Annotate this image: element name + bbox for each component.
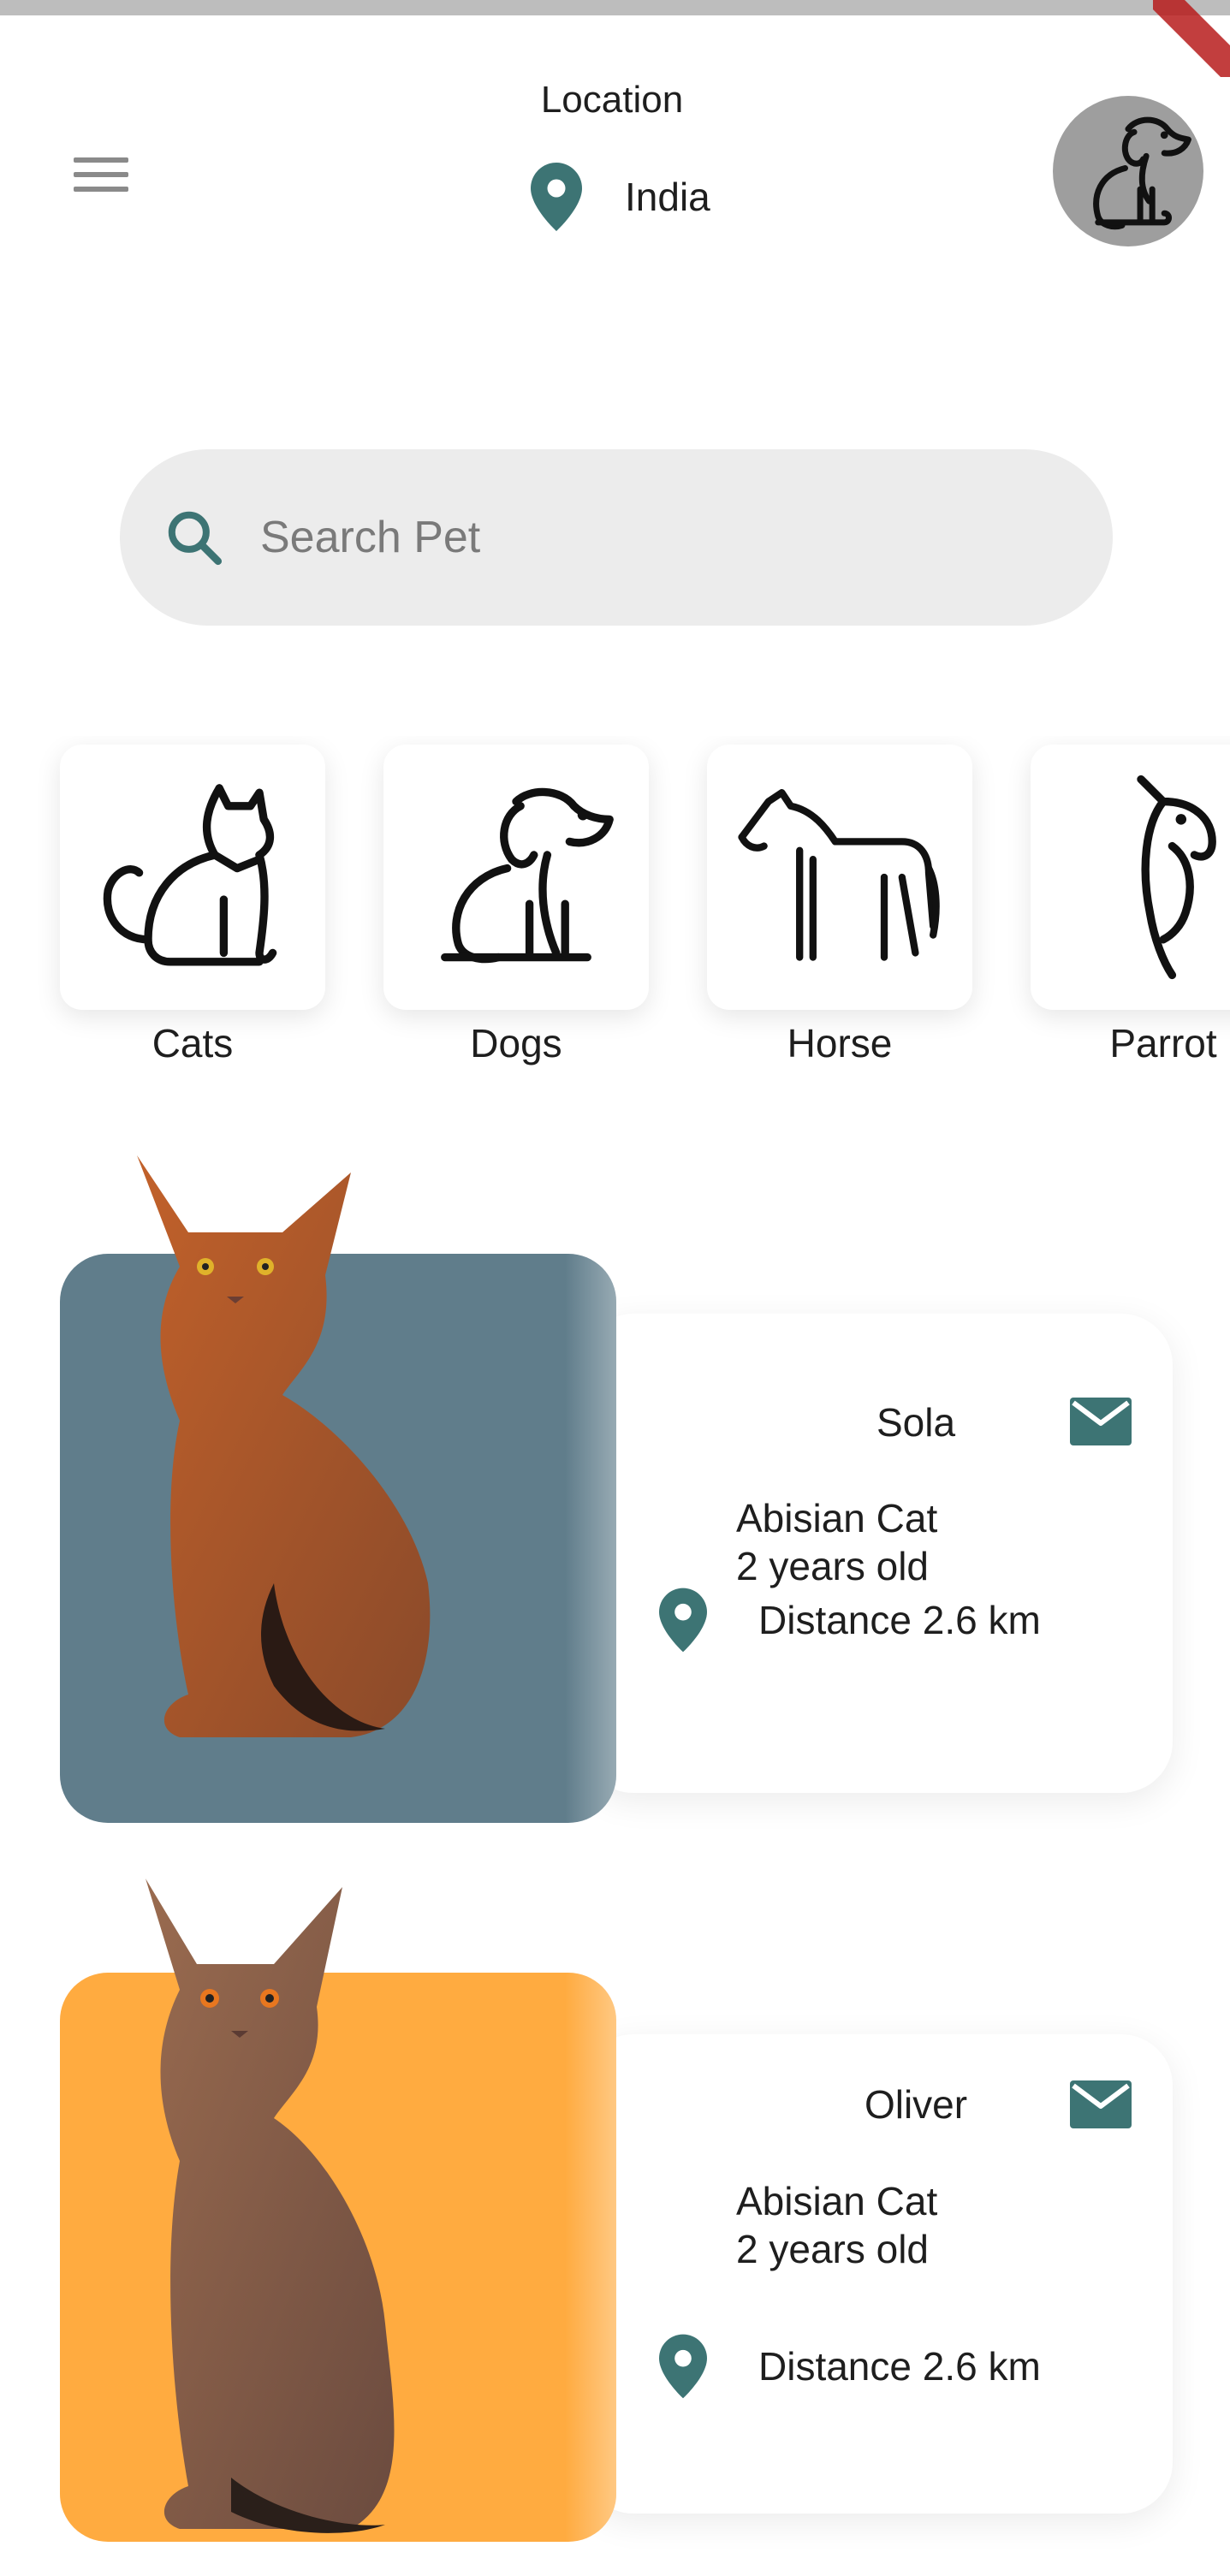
category-label: Parrot — [1109, 1021, 1217, 1065]
pet-breed: Abisian Cat — [736, 2179, 938, 2223]
pet-age: 2 years old — [736, 1544, 930, 1588]
pet-card[interactable]: Oliver Abisian Cat 2 years old Distance … — [0, 1870, 1230, 2572]
horse-outline-icon — [738, 789, 940, 961]
status-bar — [0, 0, 1230, 15]
parrot-outline-icon — [1137, 775, 1216, 980]
location-selector[interactable]: India — [531, 163, 710, 231]
dog-avatar-icon — [1093, 116, 1191, 230]
distance-row: Distance 2.6 km — [659, 2334, 1041, 2399]
category-list: Cats Dogs Horse Parrot — [0, 736, 1230, 1095]
pet-name: Oliver — [864, 2082, 968, 2127]
category-dogs[interactable]: Dogs — [383, 745, 649, 1066]
cat-photo — [137, 1155, 431, 1737]
avatar[interactable] — [1053, 96, 1203, 246]
category-tile — [1031, 745, 1230, 1010]
category-label: Cats — [152, 1021, 234, 1065]
menu-icon[interactable] — [70, 152, 132, 197]
mail-icon[interactable] — [1070, 1397, 1132, 1446]
search-input[interactable] — [260, 512, 1031, 563]
pet-distance: Distance 2.6 km — [758, 2344, 1041, 2389]
search-bar[interactable] — [120, 449, 1113, 626]
distance-row: Distance 2.6 km — [659, 1588, 1041, 1653]
mail-icon[interactable] — [1070, 2080, 1132, 2129]
cat-photo — [146, 1879, 395, 2533]
pet-info-panel: Sola Abisian Cat 2 years old Distance 2.… — [582, 1314, 1173, 1793]
cat-outline-icon — [103, 784, 277, 966]
location-value: India — [625, 175, 710, 219]
location-label: Location — [540, 79, 684, 121]
map-pin-icon — [531, 163, 582, 231]
pet-name: Sola — [876, 1400, 956, 1445]
pet-age: 2 years old — [736, 2227, 930, 2271]
category-label: Dogs — [470, 1021, 562, 1065]
category-tile — [383, 745, 649, 1010]
category-parrot[interactable]: Parrot — [1031, 745, 1230, 1066]
search-icon — [168, 511, 223, 566]
pet-breed: Abisian Cat — [736, 1496, 938, 1540]
pet-card[interactable]: Sola Abisian Cat 2 years old Distance 2.… — [0, 1138, 1230, 1849]
category-tile — [707, 745, 972, 1010]
map-pin-icon — [659, 2334, 707, 2399]
category-cats[interactable]: Cats — [60, 745, 325, 1066]
category-label: Horse — [787, 1021, 893, 1065]
map-pin-icon — [659, 1588, 707, 1653]
dog-outline-icon — [441, 787, 614, 964]
pet-distance: Distance 2.6 km — [758, 1598, 1041, 1642]
debug-banner — [1153, 0, 1230, 77]
pet-info-panel: Oliver Abisian Cat 2 years old Distance … — [582, 2034, 1173, 2514]
category-horse[interactable]: Horse — [707, 745, 972, 1066]
category-tile — [60, 745, 325, 1010]
